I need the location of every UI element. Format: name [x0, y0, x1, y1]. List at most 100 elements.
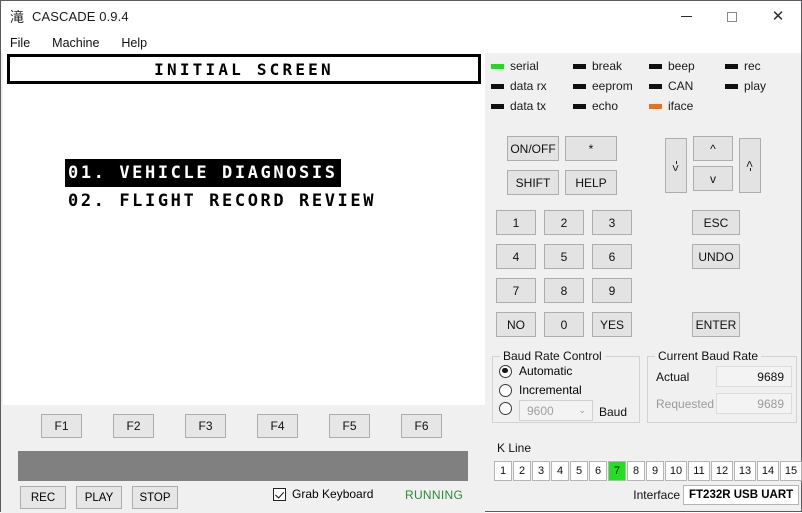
maximize-button[interactable] [709, 1, 755, 32]
f6-button[interactable]: F6 [401, 414, 442, 438]
actual-baud-label: Actual [656, 370, 690, 384]
current-baud-rate-group: Current Baud Rate Actual 9689 Requested … [647, 349, 797, 423]
kline-button-15[interactable]: 15 [780, 461, 802, 481]
kline-button-11[interactable]: 11 [688, 461, 710, 481]
kline-button-14[interactable]: 14 [757, 461, 779, 481]
f4-button[interactable]: F4 [257, 414, 298, 438]
led-echo-label: echo [592, 99, 619, 113]
grab-keyboard-checkbox[interactable]: Grab Keyboard [273, 487, 373, 501]
help-button[interactable]: HELP [565, 170, 617, 195]
lcd-display[interactable]: INITIAL SCREEN 01. VEHICLE DIAGNOSIS 02.… [3, 53, 485, 405]
minimize-button[interactable] [663, 1, 709, 32]
radio-automatic[interactable]: Automatic [499, 364, 572, 378]
f2-button[interactable]: F2 [113, 414, 154, 438]
enter-button[interactable]: ENTER [692, 312, 740, 337]
baud-rate-control-title: Baud Rate Control [500, 349, 605, 363]
right-arrow-button[interactable]: -> [739, 138, 761, 193]
kline-button-7[interactable]: 7 [608, 461, 626, 481]
shift-button[interactable]: SHIFT [507, 170, 559, 195]
led-break: break [573, 59, 622, 73]
menu-item-file[interactable]: File [10, 36, 30, 50]
lcd-menu-item-1[interactable]: 01. VEHICLE DIAGNOSIS [65, 159, 341, 187]
radio-fixed-baud[interactable] [499, 402, 519, 415]
kline-button-13[interactable]: 13 [734, 461, 756, 481]
stop-button[interactable]: STOP [132, 486, 178, 509]
key-8-button[interactable]: 8 [544, 278, 584, 303]
kline-button-3[interactable]: 3 [532, 461, 550, 481]
left-arrow-button[interactable]: <- [665, 138, 687, 193]
key-7-button[interactable]: 7 [496, 278, 536, 303]
undo-button[interactable]: UNDO [692, 244, 740, 269]
status-badge: RUNNING [405, 488, 464, 502]
led-data-tx-label: data tx [510, 99, 547, 113]
right-control-panel: serial data rx data tx break eeprom echo… [487, 53, 802, 511]
led-data-rx: data rx [491, 79, 547, 93]
lcd-header-box: INITIAL SCREEN [7, 54, 481, 84]
requested-baud-label: Requested [656, 397, 715, 411]
kline-button-2[interactable]: 2 [513, 461, 531, 481]
radio-incremental-icon [499, 383, 512, 397]
current-baud-rate-title: Current Baud Rate [655, 349, 762, 363]
kline-button-row: 1 2 3 4 5 6 7 8 9 10 11 12 13 14 15 [494, 461, 802, 481]
key-4-button[interactable]: 4 [496, 244, 536, 269]
f3-button[interactable]: F3 [185, 414, 226, 438]
activity-progress-bar [18, 451, 468, 481]
led-echo-icon [573, 103, 586, 109]
radio-automatic-label: Automatic [519, 364, 573, 378]
led-eeprom: eeprom [573, 79, 633, 93]
play-button[interactable]: PLAY [76, 486, 122, 509]
led-can-icon [649, 83, 662, 89]
menu-item-help[interactable]: Help [121, 36, 147, 50]
kline-button-5[interactable]: 5 [570, 461, 588, 481]
lcd-menu-list: 01. VEHICLE DIAGNOSIS 02. FLIGHT RECORD … [65, 159, 379, 215]
left-arrow-icon: <- [668, 159, 683, 172]
menu-item-machine[interactable]: Machine [52, 36, 99, 50]
kline-button-10[interactable]: 10 [665, 461, 687, 481]
app-title: CASCADE 0.9.4 [32, 9, 129, 24]
close-button[interactable]: ✕ [755, 1, 801, 32]
lcd-menu-item-2[interactable]: 02. FLIGHT RECORD REVIEW [65, 187, 379, 215]
kline-button-12[interactable]: 12 [711, 461, 733, 481]
baud-unit-label: Baud [599, 405, 628, 419]
radio-incremental-label: Incremental [519, 383, 582, 397]
f5-button[interactable]: F5 [329, 414, 370, 438]
led-rec: rec [725, 59, 761, 73]
chevron-down-icon: ⌄ [578, 405, 586, 415]
kline-button-6[interactable]: 6 [589, 461, 607, 481]
key-2-button[interactable]: 2 [544, 210, 584, 235]
down-arrow-button[interactable]: v [693, 166, 733, 191]
kline-group: K Line 1 2 3 4 5 6 7 8 9 10 11 12 13 14 … [492, 441, 802, 509]
key-5-button[interactable]: 5 [544, 244, 584, 269]
key-6-button[interactable]: 6 [592, 244, 632, 269]
right-arrow-icon: -> [742, 159, 757, 172]
key-3-button[interactable]: 3 [592, 210, 632, 235]
asterisk-button[interactable]: * [565, 136, 617, 161]
led-serial: serial [491, 59, 539, 73]
grab-keyboard-label: Grab Keyboard [292, 487, 374, 501]
key-9-button[interactable]: 9 [592, 278, 632, 303]
key-1-button[interactable]: 1 [496, 210, 536, 235]
key-0-button[interactable]: 0 [544, 312, 584, 337]
baud-rate-select[interactable]: 9600 ⌄ [519, 400, 593, 421]
kline-button-9[interactable]: 9 [646, 461, 664, 481]
led-echo: echo [573, 99, 618, 113]
onoff-button[interactable]: ON/OFF [507, 136, 559, 161]
rec-button[interactable]: REC [20, 486, 66, 509]
up-arrow-button[interactable]: ^ [693, 136, 733, 161]
led-data-tx: data tx [491, 99, 546, 113]
led-rec-icon [725, 63, 738, 69]
esc-button[interactable]: ESC [692, 210, 740, 235]
led-beep: beep [649, 59, 695, 73]
kline-button-8[interactable]: 8 [627, 461, 645, 481]
close-icon: ✕ [771, 8, 785, 25]
radio-incremental[interactable]: Incremental [499, 383, 582, 397]
led-break-icon [573, 63, 586, 69]
yes-button[interactable]: YES [592, 312, 632, 337]
kline-button-1[interactable]: 1 [494, 461, 512, 481]
no-button[interactable]: NO [496, 312, 536, 337]
app-logo-icon: 滝 [10, 8, 24, 25]
kline-button-4[interactable]: 4 [551, 461, 569, 481]
f1-button[interactable]: F1 [41, 414, 82, 438]
led-eeprom-label: eeprom [592, 79, 633, 93]
interface-value: FT232R USB UART [683, 485, 799, 505]
